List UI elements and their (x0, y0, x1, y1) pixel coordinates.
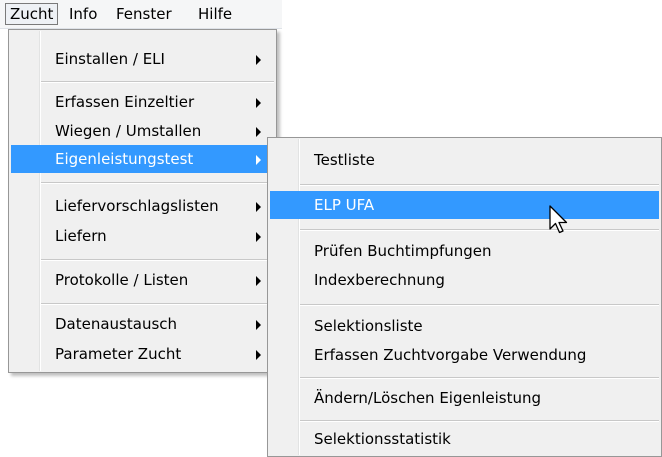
menu-item-parameter-zucht[interactable]: Parameter Zucht (11, 340, 274, 368)
chevron-right-icon (256, 98, 261, 108)
menu-separator (300, 420, 659, 422)
submenu-item-pruefen-buchtimpfungen[interactable]: Prüfen Buchtimpfungen (270, 237, 659, 265)
menu-item-label: Wiegen / Umstallen (55, 122, 202, 140)
menu-separator (300, 304, 659, 306)
zucht-menu: Einstallen / ELI Erfassen Einzeltier Wie… (8, 29, 277, 373)
submenu-item-indexberechnung[interactable]: Indexberechnung (270, 266, 659, 294)
menu-item-einstallen-eli[interactable]: Einstallen / ELI (11, 45, 274, 73)
menu-item-label: Prüfen Buchtimpfungen (314, 242, 492, 260)
chevron-right-icon (256, 232, 261, 242)
submenu-item-erfassen-zuchtvorgabe-verwendung[interactable]: Erfassen Zuchtvorgabe Verwendung (270, 341, 659, 369)
menu-item-label: Liefervorschlagslisten (55, 197, 219, 215)
menu-item-label: ELP UFA (314, 196, 375, 214)
chevron-right-icon (256, 320, 261, 330)
chevron-right-icon (256, 155, 261, 165)
menubar-item-zucht[interactable]: Zucht (5, 3, 59, 25)
menu-item-label: Testliste (314, 151, 375, 169)
submenu-item-selektionsliste[interactable]: Selektionsliste (270, 312, 659, 340)
menu-item-protokolle-listen[interactable]: Protokolle / Listen (11, 266, 274, 294)
menu-item-label: Selektionsstatistik (314, 430, 451, 448)
menu-item-label: Liefern (55, 227, 107, 245)
chevron-right-icon (256, 202, 261, 212)
chevron-right-icon (256, 350, 261, 360)
menu-separator (300, 184, 659, 186)
menu-item-liefervorschlagslisten[interactable]: Liefervorschlagslisten (11, 192, 274, 220)
chevron-right-icon (256, 127, 261, 137)
menu-item-label: Eigenleistungstest (55, 150, 194, 168)
submenu-item-elp-ufa[interactable]: ELP UFA (270, 191, 659, 219)
menubar-item-hilfe[interactable]: Hilfe (194, 3, 236, 25)
menu-item-label: Erfassen Zuchtvorgabe Verwendung (314, 346, 587, 364)
submenu-item-selektionsstatistik[interactable]: Selektionsstatistik (270, 425, 659, 453)
chevron-right-icon (256, 55, 261, 65)
menu-item-erfassen-einzeltier[interactable]: Erfassen Einzeltier (11, 88, 274, 116)
menu-separator (41, 303, 274, 305)
menu-item-label: Ändern/Löschen Eigenleistung (314, 389, 542, 407)
menu-item-label: Indexberechnung (314, 271, 445, 289)
menu-item-label: Erfassen Einzeltier (55, 93, 195, 111)
menu-item-liefern[interactable]: Liefern (11, 222, 274, 250)
menu-item-label: Parameter Zucht (55, 345, 182, 363)
menu-separator (41, 81, 274, 83)
menu-bar: Zucht Info Fenster Hilfe (0, 0, 282, 29)
menu-item-label: Protokolle / Listen (55, 271, 189, 289)
arrow-cursor-icon (549, 205, 568, 234)
menu-item-label: Einstallen / ELI (55, 50, 165, 68)
eigenleistungstest-submenu: Testliste ELP UFA Prüfen Buchtimpfungen … (267, 137, 662, 457)
menu-separator (41, 182, 274, 184)
submenu-item-aendern-loeschen-eigenleistung[interactable]: Ändern/Löschen Eigenleistung (270, 384, 659, 412)
menu-separator (300, 377, 659, 379)
menu-item-wiegen-umstallen[interactable]: Wiegen / Umstallen (11, 117, 274, 145)
menubar-item-info[interactable]: Info (65, 3, 101, 25)
menu-separator (300, 229, 659, 231)
menu-separator (41, 259, 274, 261)
menubar-item-fenster[interactable]: Fenster (112, 3, 176, 25)
menu-item-eigenleistungstest[interactable]: Eigenleistungstest (11, 145, 274, 173)
menu-item-label: Datenaustausch (55, 315, 178, 333)
menu-item-label: Selektionsliste (314, 317, 423, 335)
chevron-right-icon (256, 276, 261, 286)
menu-item-datenaustausch[interactable]: Datenaustausch (11, 310, 274, 338)
submenu-item-testliste[interactable]: Testliste (270, 146, 659, 174)
